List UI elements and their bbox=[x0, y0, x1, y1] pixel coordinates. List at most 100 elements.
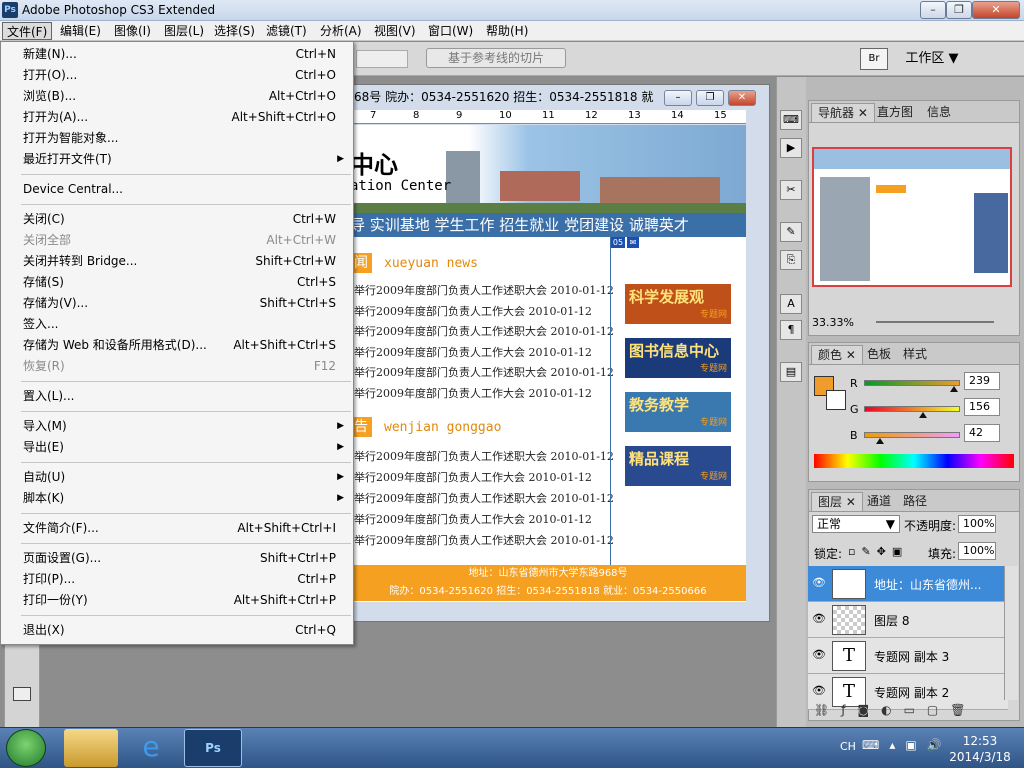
tab-paths[interactable]: 路径 bbox=[897, 492, 933, 511]
layer-comps-icon[interactable]: ▤ bbox=[780, 362, 802, 382]
tool-presets-icon[interactable]: ✂ bbox=[780, 180, 802, 200]
b-value[interactable]: 42 bbox=[964, 424, 1000, 442]
eye-icon[interactable]: 👁 bbox=[812, 576, 826, 589]
file-menu-item[interactable]: 存储(S) Ctrl+S bbox=[2, 272, 352, 293]
news-item[interactable]: 举行2009年度部门负责人工作述职大会 2010-01-12 bbox=[354, 323, 614, 339]
doc-close-button[interactable]: ✕ bbox=[728, 90, 756, 106]
notice-item[interactable]: 举行2009年度部门负责人工作述职大会 2010-01-12 bbox=[354, 490, 614, 506]
menu-1[interactable]: 编辑(E) bbox=[56, 22, 105, 40]
doc-maximize-button[interactable]: ❐ bbox=[696, 90, 724, 106]
quick-mask-icon[interactable] bbox=[13, 687, 31, 701]
file-menu-item[interactable]: 页面设置(G)... Shift+Ctrl+P bbox=[2, 548, 352, 569]
lock-icons[interactable]: ▫✎✥▣ bbox=[848, 545, 908, 558]
background-swatch[interactable] bbox=[826, 390, 846, 410]
workspace-button[interactable]: 工作区 ▼ bbox=[898, 48, 966, 70]
maximize-button[interactable]: ❐ bbox=[946, 1, 972, 19]
menu-4[interactable]: 选择(S) bbox=[210, 22, 259, 40]
news-item[interactable]: 举行2009年度部门负责人工作述职大会 2010-01-12 bbox=[354, 282, 614, 298]
document-canvas[interactable]: 中心 ation Center 导 实训基地 学生工作 招生就业 党团建设 诚聘… bbox=[350, 125, 746, 602]
doc-minimize-button[interactable]: – bbox=[664, 90, 692, 106]
file-menu-item[interactable]: Device Central... bbox=[2, 179, 352, 200]
menu-7[interactable]: 视图(V) bbox=[370, 22, 420, 40]
clone-source-icon[interactable]: ⎘ bbox=[780, 250, 802, 270]
banner[interactable]: 科学发展观 专题网 bbox=[625, 284, 731, 324]
eye-icon[interactable]: 👁 bbox=[812, 612, 826, 625]
file-menu-item[interactable]: 打开为智能对象... bbox=[2, 128, 352, 149]
tab-channels[interactable]: 通道 bbox=[861, 492, 897, 511]
tab-swatches[interactable]: 色板 bbox=[861, 345, 897, 364]
layer-row[interactable]: 👁 T 地址：山东省德州... bbox=[808, 566, 1008, 602]
news-item[interactable]: 举行2009年度部门负责人工作述职大会 2010-01-12 bbox=[354, 364, 614, 380]
input-language[interactable]: CH bbox=[840, 740, 856, 753]
tab-color[interactable]: 颜色 ✕ bbox=[811, 345, 863, 364]
g-slider[interactable] bbox=[864, 406, 960, 412]
file-menu-item[interactable]: 浏览(B)... Alt+Ctrl+O bbox=[2, 86, 352, 107]
news-item[interactable]: 举行2009年度部门负责人工作大会 2010-01-12 bbox=[354, 303, 592, 319]
file-menu-item[interactable]: 新建(N)... Ctrl+N bbox=[2, 44, 352, 65]
menu-5[interactable]: 滤镜(T) bbox=[262, 22, 311, 40]
file-menu-item[interactable]: 最近打开文件(T) ▶ bbox=[2, 149, 352, 170]
zoom-slider[interactable] bbox=[876, 321, 994, 323]
notice-item[interactable]: 举行2009年度部门负责人工作大会 2010-01-12 bbox=[354, 469, 592, 485]
banner[interactable]: 图书信息中心 专题网 bbox=[625, 338, 731, 378]
start-button[interactable] bbox=[6, 729, 46, 767]
news-item[interactable]: 举行2009年度部门负责人工作大会 2010-01-12 bbox=[354, 344, 592, 360]
opacity-value[interactable]: 100% bbox=[958, 515, 996, 533]
file-menu-item[interactable]: 脚本(K) ▶ bbox=[2, 488, 352, 509]
color-spectrum[interactable] bbox=[814, 454, 1014, 468]
file-menu-item[interactable]: 存储为(V)... Shift+Ctrl+S bbox=[2, 293, 352, 314]
layer-row[interactable]: 👁 图层 8 bbox=[808, 602, 1008, 638]
news-item[interactable]: 举行2009年度部门负责人工作大会 2010-01-12 bbox=[354, 385, 592, 401]
g-value[interactable]: 156 bbox=[964, 398, 1000, 416]
menu-9[interactable]: 帮助(H) bbox=[482, 22, 532, 40]
navigator-preview[interactable] bbox=[812, 147, 1012, 287]
tab-layers[interactable]: 图层 ✕ bbox=[811, 492, 863, 511]
menu-3[interactable]: 图层(L) bbox=[160, 22, 208, 40]
g-slider-knob[interactable] bbox=[918, 412, 927, 418]
blend-mode-select[interactable]: 正常 ▼ bbox=[812, 515, 900, 533]
layers-scrollbar[interactable] bbox=[1004, 566, 1018, 700]
file-menu-item[interactable]: 导出(E) ▶ bbox=[2, 437, 352, 458]
banner[interactable]: 教务教学 专题网 bbox=[625, 392, 731, 432]
clock[interactable]: 12:53 2014/3/18 bbox=[940, 733, 1020, 765]
file-menu-item[interactable]: 打印一份(Y) Alt+Shift+Ctrl+P bbox=[2, 590, 352, 611]
file-menu-item[interactable]: 打印(P)... Ctrl+P bbox=[2, 569, 352, 590]
menu-2[interactable]: 图像(I) bbox=[110, 22, 155, 40]
ie-taskbar-icon[interactable]: e bbox=[124, 729, 178, 767]
eye-icon[interactable]: 👁 bbox=[812, 684, 826, 697]
r-slider[interactable] bbox=[864, 380, 960, 386]
r-slider-knob[interactable] bbox=[949, 386, 958, 392]
photoshop-taskbar-button[interactable]: Ps bbox=[184, 729, 242, 767]
r-value[interactable]: 239 bbox=[964, 372, 1000, 390]
file-menu-item[interactable]: 自动(U) ▶ bbox=[2, 467, 352, 488]
file-menu-item[interactable]: 签入... bbox=[2, 314, 352, 335]
layer-row[interactable]: 👁 T 专题网 副本 3 bbox=[808, 638, 1008, 674]
file-menu-item[interactable]: 导入(M) ▶ bbox=[2, 416, 352, 437]
close-button[interactable]: ✕ bbox=[972, 1, 1020, 19]
fill-value[interactable]: 100% bbox=[958, 542, 996, 560]
file-menu-item[interactable]: 退出(X) Ctrl+Q bbox=[2, 620, 352, 641]
notice-item[interactable]: 举行2009年度部门负责人工作述职大会 2010-01-12 bbox=[354, 532, 614, 548]
slice-from-guides-button[interactable]: 基于参考线的切片 bbox=[426, 48, 566, 68]
notice-item[interactable]: 举行2009年度部门负责人工作述职大会 2010-01-12 bbox=[354, 448, 614, 464]
history-icon[interactable]: ⌨ bbox=[780, 110, 802, 130]
file-menu-item[interactable]: 置入(L)... bbox=[2, 386, 352, 407]
menu-6[interactable]: 分析(A) bbox=[316, 22, 366, 40]
file-menu-item[interactable]: 文件简介(F)... Alt+Shift+Ctrl+I bbox=[2, 518, 352, 539]
layers-footer-icons[interactable]: ⛓ƒ◙◐▭▢🗑 bbox=[814, 703, 1014, 717]
b-slider-knob[interactable] bbox=[875, 438, 884, 444]
file-menu-item[interactable]: 存储为 Web 和设备所用格式(D)... Alt+Shift+Ctrl+S bbox=[2, 335, 352, 356]
bridge-icon[interactable]: Br bbox=[860, 48, 888, 70]
minimize-button[interactable]: – bbox=[920, 1, 946, 19]
menu-0[interactable]: 文件(F) bbox=[2, 22, 53, 40]
tab-histogram[interactable]: 直方图 bbox=[871, 103, 919, 122]
explorer-taskbar-icon[interactable] bbox=[64, 729, 118, 767]
file-menu-item[interactable]: 打开(O)... Ctrl+O bbox=[2, 65, 352, 86]
banner[interactable]: 精品课程 专题网 bbox=[625, 446, 731, 486]
file-menu-item[interactable]: 打开为(A)... Alt+Shift+Ctrl+O bbox=[2, 107, 352, 128]
file-menu-item[interactable]: 关闭并转到 Bridge... Shift+Ctrl+W bbox=[2, 251, 352, 272]
tray-icons[interactable]: ⌨▴▣🔊 bbox=[862, 738, 952, 752]
tab-navigator[interactable]: 导航器 ✕ bbox=[811, 103, 875, 122]
notice-item[interactable]: 举行2009年度部门负责人工作大会 2010-01-12 bbox=[354, 511, 592, 527]
tab-styles[interactable]: 样式 bbox=[897, 345, 933, 364]
